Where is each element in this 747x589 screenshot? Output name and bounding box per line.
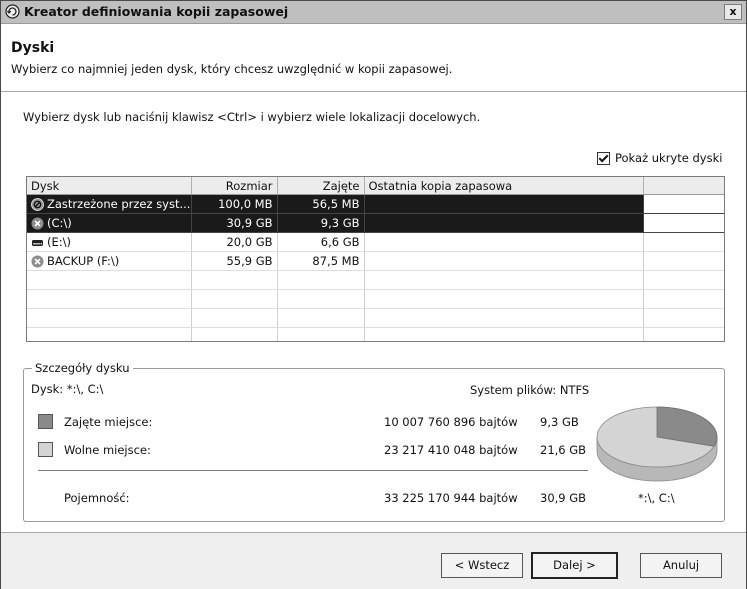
title-bar[interactable]: Kreator definiowania kopii zapasowej x — [1, 1, 746, 24]
empty-row — [27, 289, 724, 309]
capacity-size: 30,9 GB — [540, 491, 587, 505]
disk-details-group: Szczegóły dysku Dysk: *:\, C:\ System pl… — [23, 361, 725, 522]
empty-row — [27, 270, 724, 290]
disk-used: 56,5 MB — [277, 194, 365, 214]
disk-error-icon — [31, 255, 44, 267]
close-button[interactable]: x — [724, 4, 742, 20]
disk-usage-pie-chart — [596, 406, 718, 482]
cancel-button[interactable]: Anuluj — [640, 553, 722, 578]
selected-disk-label: Dysk: *:\, C:\ — [31, 382, 104, 396]
close-icon: x — [729, 5, 737, 18]
next-button[interactable]: Dalej > — [531, 552, 618, 579]
disk-row[interactable]: BACKUP (F:\) 55,9 GB 87,5 MB — [27, 251, 724, 271]
disk-details-title: Szczegóły dysku — [32, 361, 133, 375]
free-space-label: Wolne miejsce: — [64, 443, 151, 457]
details-divider — [38, 470, 588, 471]
capacity-bytes: 33 225 170 944 bajtów — [384, 491, 518, 505]
reserved-disk-icon — [31, 197, 44, 211]
checkbox-checked-icon[interactable] — [597, 151, 610, 165]
free-space-bytes: 23 217 410 048 bajtów — [384, 443, 518, 457]
disk-last-backup — [364, 213, 644, 233]
disk-used: 87,5 MB — [277, 251, 365, 271]
disk-name: Zastrzeżone przez syst... — [47, 197, 191, 211]
disk-last-backup — [364, 232, 644, 252]
instruction-text: Wybierz dysk lub naciśnij klawisz <Ctrl>… — [23, 110, 481, 124]
show-hidden-disks-label: Pokaż ukryte dyski — [615, 151, 723, 165]
pie-chart-label: *:\, C:\ — [638, 491, 675, 505]
free-space-size: 21,6 GB — [540, 443, 587, 457]
used-space-label: Zajęte miejsce: — [64, 415, 153, 429]
wizard-header: Dyski Wybierz co najmniej jeden dysk, kt… — [1, 24, 746, 92]
window-title: Kreator definiowania kopii zapasowej — [24, 4, 289, 19]
capacity-label: Pojemność: — [64, 491, 130, 505]
wizard-footer: < Wstecz Dalej > Anuluj — [1, 532, 746, 589]
column-header-size[interactable]: Rozmiar — [191, 177, 278, 195]
back-button[interactable]: < Wstecz — [441, 553, 523, 578]
column-header-used[interactable]: Zajęte — [277, 177, 365, 195]
disk-last-backup — [364, 194, 644, 214]
disk-size: 20,0 GB — [191, 232, 278, 252]
used-space-swatch — [38, 414, 53, 429]
filesystem-label: System plików: NTFS — [470, 383, 590, 397]
disk-size: 100,0 MB — [191, 194, 278, 214]
disk-row[interactable]: (E:\) 20,0 GB 6,6 GB — [27, 232, 724, 252]
disk-last-backup — [364, 251, 644, 271]
column-header-last-backup[interactable]: Ostatnia kopia zapasowa — [364, 177, 644, 195]
backup-app-icon — [5, 4, 20, 19]
empty-row — [27, 327, 724, 341]
backup-wizard-window: Kreator definiowania kopii zapasowej x D… — [0, 0, 747, 589]
hard-drive-icon — [32, 239, 43, 246]
column-header-disk[interactable]: Dysk — [27, 177, 192, 195]
disk-size: 55,9 GB — [191, 251, 278, 271]
page-title: Dyski — [11, 40, 55, 56]
wizard-content: Wybierz dysk lub naciśnij klawisz <Ctrl>… — [1, 92, 746, 532]
disk-name: BACKUP (F:\) — [47, 254, 120, 268]
disk-name: (E:\) — [47, 235, 71, 249]
disk-used: 9,3 GB — [277, 213, 365, 233]
page-subtitle: Wybierz co najmniej jeden dysk, który ch… — [11, 62, 453, 76]
empty-row — [27, 308, 724, 328]
disk-used: 6,6 GB — [277, 232, 365, 252]
used-space-size: 9,3 GB — [540, 415, 579, 429]
used-space-bytes: 10 007 760 896 bajtów — [384, 415, 518, 429]
show-hidden-disks-checkbox[interactable]: Pokaż ukryte dyski — [597, 151, 722, 165]
disk-error-icon — [31, 217, 44, 229]
column-header-empty — [643, 177, 724, 195]
disk-row[interactable]: (C:\) 30,9 GB 9,3 GB — [27, 213, 724, 233]
disk-row[interactable]: Zastrzeżone przez syst... 100,0 MB 56,5 … — [27, 194, 724, 214]
disk-size: 30,9 GB — [191, 213, 278, 233]
disk-name: (C:\) — [47, 216, 72, 230]
disk-list[interactable]: Dysk Rozmiar Zajęte Ostatnia kopia zapas… — [26, 176, 725, 342]
disk-list-header: Dysk Rozmiar Zajęte Ostatnia kopia zapas… — [27, 177, 724, 195]
free-space-swatch — [38, 442, 53, 457]
